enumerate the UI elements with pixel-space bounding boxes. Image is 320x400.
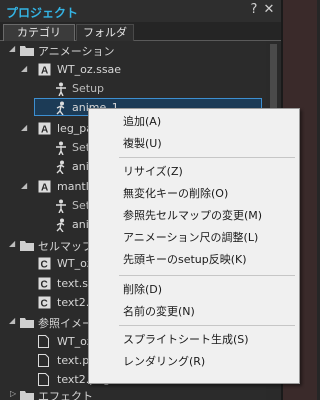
help-icon[interactable]: ? <box>247 3 261 17</box>
folder-icon <box>20 317 34 328</box>
folder-icon <box>20 240 34 251</box>
expand-arrow-icon[interactable]: ◢ <box>21 124 29 132</box>
tree-item-animation-folder[interactable]: ◢ アニメーション <box>0 41 264 59</box>
svg-text:A: A <box>41 125 48 136</box>
tab-bar: カテゴリ フォルダ <box>0 22 281 41</box>
svg-text:A: A <box>41 183 48 194</box>
figure-standing-icon <box>55 141 69 155</box>
document-icon <box>38 373 52 387</box>
menu-item-rename[interactable]: 名前の変更(N) <box>123 303 195 321</box>
folder-icon <box>20 390 34 400</box>
menu-separator <box>119 325 295 326</box>
folder-icon <box>20 45 34 56</box>
figure-standing-icon <box>55 199 69 213</box>
menu-item-duplicate[interactable]: 複製(U) <box>123 135 162 153</box>
tree-item-label: ani <box>72 160 89 173</box>
tree-item-label: アニメーション <box>38 45 115 58</box>
context-menu: 追加(A) 複製(U) リサイズ(Z) 無変化キーの削除(O) 参照先セルマップ… <box>88 108 300 384</box>
expand-arrow-icon[interactable]: ◢ <box>9 317 17 325</box>
menu-item-change-cellmap-reference[interactable]: 参照先セルマップの変更(M) <box>123 207 262 225</box>
tab-category[interactable]: カテゴリ <box>3 24 75 41</box>
svg-text:C: C <box>41 299 48 310</box>
figure-running-icon <box>55 101 69 115</box>
letter-c-icon: C <box>38 277 52 291</box>
tree-item-label: Setup <box>72 82 105 95</box>
figure-running-icon <box>55 160 69 174</box>
panel-title: プロジェクト <box>6 6 79 20</box>
menu-item-apply-setup-to-first-key[interactable]: 先頭キーのsetup反映(K) <box>123 251 247 269</box>
expand-arrow-icon[interactable]: ◢ <box>9 240 17 248</box>
tab-folder[interactable]: フォルダ <box>76 24 134 41</box>
svg-text:A: A <box>41 66 48 77</box>
menu-separator <box>119 275 295 276</box>
expand-arrow-icon[interactable]: ◢ <box>21 182 29 190</box>
tree-item-label: セルマップ <box>38 240 93 253</box>
letter-c-icon: C <box>38 257 52 271</box>
svg-text:C: C <box>41 260 48 271</box>
menu-item-generate-sprite-sheet[interactable]: スプライトシート生成(S) <box>123 331 249 349</box>
menu-item-add[interactable]: 追加(A) <box>123 113 161 131</box>
tree-item-label: WT_oz.ssae <box>57 63 122 76</box>
menu-item-delete[interactable]: 削除(D) <box>123 281 162 299</box>
tree-item-effect-folder[interactable]: ▷ エフェクト <box>0 386 264 400</box>
menu-item-adjust-animation-length[interactable]: アニメーション尺の調整(L) <box>123 229 258 247</box>
figure-standing-icon <box>55 82 69 96</box>
document-icon <box>38 354 52 368</box>
letter-a-icon: A <box>38 63 52 77</box>
panel-titlebar: プロジェクト ? ✕ <box>0 0 281 22</box>
tree-item-label: 参照イメー <box>38 317 93 330</box>
menu-item-resize[interactable]: リサイズ(Z) <box>123 163 183 181</box>
letter-a-icon: A <box>38 180 52 194</box>
close-icon[interactable]: ✕ <box>262 3 276 17</box>
document-icon <box>38 335 52 349</box>
expand-arrow-icon[interactable]: ◢ <box>21 65 29 73</box>
collapsed-arrow-icon[interactable]: ▷ <box>10 390 18 398</box>
tree-item-label: ani <box>72 218 89 231</box>
menu-separator <box>119 157 295 158</box>
tree-item-setup[interactable]: Setup <box>0 80 264 98</box>
letter-a-icon: A <box>38 122 52 136</box>
letter-c-icon: C <box>38 296 52 310</box>
menu-item-render[interactable]: レンダリング(R) <box>123 353 205 371</box>
tree-item-wt-oz-ssae[interactable]: ◢ A WT_oz.ssae <box>0 61 264 79</box>
svg-text:C: C <box>41 280 48 291</box>
figure-running-icon <box>55 218 69 232</box>
expand-arrow-icon[interactable]: ◢ <box>9 45 17 53</box>
menu-item-delete-unchanged-keys[interactable]: 無変化キーの削除(O) <box>123 185 228 203</box>
tree-item-label: エフェクト <box>38 390 93 400</box>
